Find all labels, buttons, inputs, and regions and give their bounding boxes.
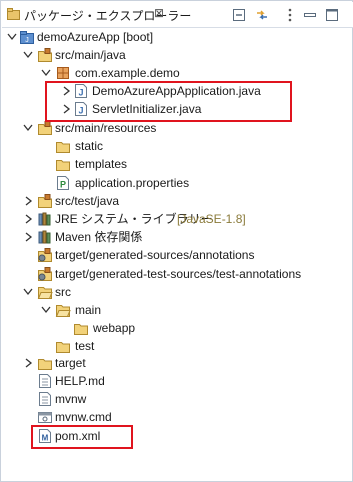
tree-item-label: com.example.demo [75, 66, 180, 80]
package-explorer-icon [7, 8, 20, 20]
tree-item-main[interactable]: main [1, 301, 121, 319]
tree-item-static[interactable]: static [1, 137, 141, 155]
tree-item-label: static [75, 139, 104, 153]
text-file-icon [39, 392, 51, 406]
tree-item-label: src/test/java [55, 194, 120, 208]
tree-item-help-md[interactable]: HELP.md [1, 372, 121, 390]
maximize-icon[interactable] [324, 7, 340, 23]
tree-item-target[interactable]: target [1, 354, 111, 372]
folder-icon [56, 142, 70, 153]
tree-item-label: demoAzureApp [boot] [37, 30, 154, 44]
tree-item-label: src/main/resources [55, 121, 157, 135]
tree-item-jre-library[interactable]: JRE システム・ライブラリー [JavaSE-1.8] [1, 210, 281, 228]
minimize-icon[interactable] [302, 7, 318, 23]
tree-item-generated-test-sources[interactable]: target/generated-test-sources/test-annot… [1, 265, 341, 283]
package-explorer-view: パッケージ・エクスプローラー ⊠ J demoAzureApp [boot] s… [0, 0, 353, 482]
tree-item-label: main [75, 303, 102, 317]
chevron-right-icon[interactable] [23, 231, 33, 243]
view-menu-icon[interactable] [282, 7, 298, 23]
chevron-down-icon[interactable] [23, 122, 33, 134]
tree-item-decoration: [JavaSE-1.8] [177, 212, 246, 226]
tree-item-label: target/generated-sources/annotations [55, 248, 255, 262]
tree-item-mvnw[interactable]: mvnw [1, 390, 111, 408]
tree-item-label: application.properties [75, 176, 190, 190]
chevron-right-icon[interactable] [23, 195, 33, 207]
chevron-down-icon[interactable] [7, 31, 17, 43]
tree-item-webapp[interactable]: webapp [1, 319, 151, 337]
source-folder-icon [38, 194, 52, 208]
tree-item-application-properties[interactable]: P application.properties [1, 174, 231, 192]
tree-item-label: webapp [93, 321, 136, 335]
generated-source-folder-icon [38, 267, 52, 281]
tree-item-label: templates [75, 157, 128, 171]
generated-source-folder-icon [38, 248, 52, 262]
tree-item-label: src/main/java [55, 48, 126, 62]
folder-icon [74, 324, 88, 335]
package-icon [57, 67, 69, 79]
tree-item-package[interactable]: com.example.demo [1, 64, 181, 82]
tree-item-src-test-java[interactable]: src/test/java [1, 192, 141, 210]
command-file-icon [38, 412, 52, 423]
properties-file-icon: P [57, 176, 69, 190]
tree-item-label: HELP.md [55, 374, 105, 388]
folder-open-icon [37, 287, 53, 299]
svg-text:J: J [25, 37, 29, 44]
chevron-down-icon[interactable] [41, 304, 51, 316]
tree-item-maven-dependencies[interactable]: Maven 依存関係 [1, 228, 161, 246]
chevron-down-icon[interactable] [41, 67, 51, 79]
highlight-box-java-files [45, 81, 292, 122]
project-icon: J [20, 31, 34, 44]
svg-text:P: P [60, 180, 66, 190]
view-header: パッケージ・エクスプローラー ⊠ [2, 2, 353, 28]
text-file-icon [39, 374, 51, 388]
tree-item-label: Maven 依存関係 [55, 230, 143, 244]
tree-item-generated-sources[interactable]: target/generated-sources/annotations [1, 246, 291, 264]
tree-item-label: src [55, 285, 71, 299]
library-icon [38, 230, 51, 244]
tree-item-label: mvnw.cmd [55, 410, 112, 424]
chevron-down-icon[interactable] [23, 49, 33, 61]
tree-item-templates[interactable]: templates [1, 155, 161, 173]
library-icon [38, 212, 51, 226]
chevron-right-icon[interactable] [23, 213, 33, 225]
link-with-editor-icon[interactable] [254, 7, 270, 23]
chevron-right-icon[interactable] [23, 357, 33, 369]
tree-item-label: target/generated-test-sources/test-annot… [55, 267, 302, 281]
tree-item-mvnw-cmd[interactable]: mvnw.cmd [1, 408, 131, 426]
folder-open-icon [55, 305, 71, 317]
tree-item-test[interactable]: test [1, 337, 121, 355]
chevron-down-icon[interactable] [23, 286, 33, 298]
folder-icon [56, 342, 70, 353]
folder-icon [38, 359, 52, 370]
collapse-all-icon[interactable] [231, 7, 247, 23]
tree-item-label: target [55, 356, 86, 370]
highlight-box-pom [31, 425, 133, 449]
tree-item-project[interactable]: J demoAzureApp [boot] [1, 28, 181, 46]
tree-item-label: mvnw [55, 392, 87, 406]
source-folder-icon [38, 121, 52, 135]
tree-item-src[interactable]: src [1, 283, 101, 301]
tree-item-label: test [75, 339, 95, 353]
view-title: パッケージ・エクスプローラー [24, 9, 192, 23]
folder-icon [56, 160, 70, 171]
tree-item-src-main-java[interactable]: src/main/java [1, 46, 141, 64]
close-icon[interactable]: ⊠ [153, 6, 165, 20]
source-folder-icon [38, 48, 52, 62]
